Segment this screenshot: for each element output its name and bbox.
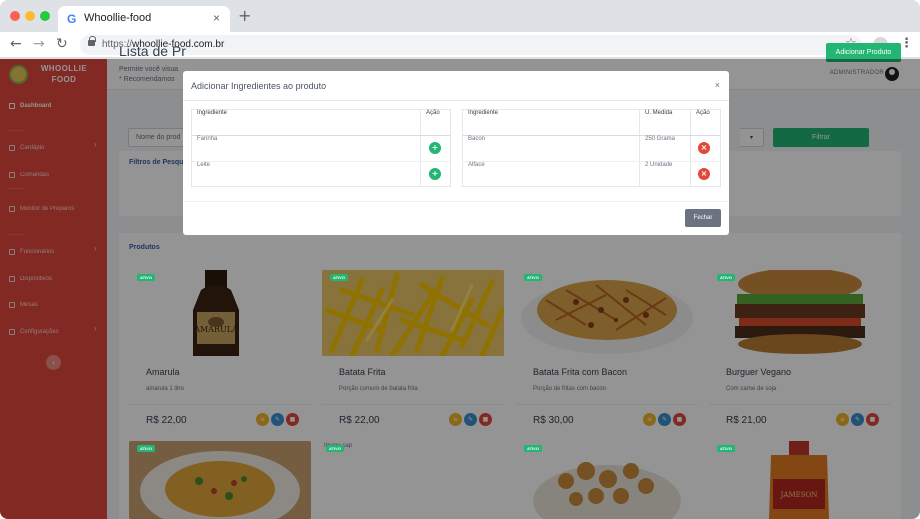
- ingredient-name: Alface: [468, 162, 485, 168]
- available-ingredients-table: Ingrediente Ação Farinha + Leite +: [191, 109, 451, 187]
- modal-title: Adicionar Ingredientes ao produto: [191, 81, 327, 91]
- modal-footer-divider: [183, 201, 729, 202]
- status-badge: ATIVO: [524, 274, 542, 281]
- add-ingredient-icon[interactable]: +: [429, 142, 441, 154]
- status-badge: ATIVO: [717, 274, 735, 281]
- maximize-window-button[interactable]: [40, 11, 50, 21]
- status-badge: ATIVO: [326, 445, 344, 452]
- ingredient-name: Bacon: [468, 136, 486, 142]
- tab-close-icon[interactable]: ×: [213, 11, 220, 25]
- ingredient-name: Farinha: [197, 136, 218, 142]
- modal-divider: [183, 100, 729, 101]
- status-badge: ATIVO: [330, 274, 348, 281]
- status-badge: ATIVO: [717, 445, 735, 452]
- tab-bar: G Whoollie-food × +: [0, 0, 920, 32]
- header-acao: Ação: [426, 110, 440, 116]
- remove-ingredient-icon[interactable]: ×: [698, 142, 710, 154]
- back-icon[interactable]: ←: [10, 36, 22, 52]
- table-row: Bacon 250 Grama ×: [463, 136, 720, 162]
- selected-ingredients-table: Ingrediente U. Medida Ação Bacon 250 Gra…: [462, 109, 721, 187]
- status-badge: ATIVO: [137, 274, 155, 281]
- header-unidade-medida: U. Medida: [645, 110, 673, 116]
- address-bar[interactable]: https://whoollie-food.com.br: [80, 35, 862, 55]
- lock-icon: [88, 36, 96, 46]
- status-badge: ATIVO: [524, 445, 542, 452]
- menu-icon[interactable]: ⋮: [900, 36, 913, 51]
- close-modal-button[interactable]: Fechar: [685, 209, 721, 227]
- close-icon[interactable]: ×: [715, 80, 720, 90]
- table-row: Farinha +: [192, 136, 450, 162]
- tab-title: Whoollie-food: [84, 12, 152, 24]
- minimize-window-button[interactable]: [25, 11, 35, 21]
- ingredient-measure: 2 Unidade: [645, 162, 673, 168]
- ingredient-name: Leite: [197, 162, 211, 168]
- close-window-button[interactable]: [10, 11, 20, 21]
- header-ingrediente: Ingrediente: [197, 110, 228, 116]
- table-header-row: Ingrediente Ação: [192, 110, 450, 136]
- table-row: Alface 2 Unidade ×: [463, 162, 720, 188]
- browser-tab[interactable]: G Whoollie-food ×: [58, 6, 230, 32]
- add-ingredient-icon[interactable]: +: [429, 168, 441, 180]
- new-tab-button[interactable]: +: [238, 8, 251, 24]
- ingredient-measure: 250 Grama: [645, 136, 676, 142]
- page-title: Lista de Pr: [119, 43, 186, 59]
- table-header-row: Ingrediente U. Medida Ação: [463, 110, 720, 136]
- forward-icon[interactable]: →: [33, 36, 45, 52]
- header-acao: Ação: [696, 110, 710, 116]
- table-row: Leite +: [192, 162, 450, 188]
- remove-ingredient-icon[interactable]: ×: [698, 168, 710, 180]
- header-ingrediente: Ingrediente: [468, 110, 499, 116]
- google-favicon-icon: G: [67, 12, 77, 26]
- browser-window: G Whoollie-food × + ← → ↻ https://whooll…: [0, 0, 920, 519]
- add-ingredients-modal: Adicionar Ingredientes ao produto × Ingr…: [183, 71, 729, 235]
- status-badge: ATIVO: [137, 445, 155, 452]
- reload-icon[interactable]: ↻: [56, 36, 68, 52]
